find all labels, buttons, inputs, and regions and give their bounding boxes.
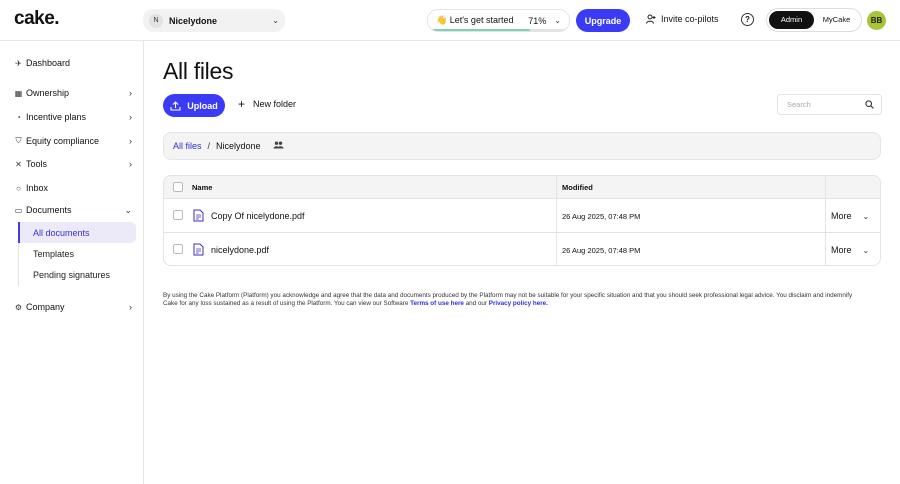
search-icon[interactable]: [865, 100, 874, 109]
invite-label: Invite co-pilots: [661, 14, 719, 24]
table-row[interactable]: nicelydone.pdf 26 Aug 2025, 07:48 PM Mor…: [164, 233, 880, 265]
chevron-down-icon: ⌄: [862, 245, 870, 255]
chevron-down-icon: ⌄: [272, 16, 279, 25]
document-icon: [193, 209, 204, 222]
sidebar-item-ownership[interactable]: ▦ Ownership ›: [14, 85, 132, 101]
plus-icon: +: [238, 97, 246, 111]
sidebar-item-label: Incentive plans: [26, 112, 87, 122]
privacy-policy-link[interactable]: Privacy policy here.: [489, 300, 548, 307]
row-checkbox[interactable]: [173, 210, 183, 220]
clock-icon: ◔: [16, 112, 21, 122]
invite-copilots-button[interactable]: Invite co-pilots: [646, 14, 719, 24]
new-folder-label: New folder: [253, 99, 297, 109]
more-button[interactable]: More ⌄: [831, 211, 869, 221]
sidebar-item-label: Dashboard: [26, 58, 71, 68]
more-label: More: [831, 245, 852, 255]
sidebar-item-documents[interactable]: ▭ Documents ⌄: [14, 202, 132, 218]
sidebar-item-equity-compliance[interactable]: ⛉ Equity compliance ›: [14, 133, 133, 149]
add-user-icon: [646, 14, 656, 24]
active-indicator: [18, 222, 20, 243]
breadcrumb: All files / Nicelydone: [163, 132, 881, 160]
file-name[interactable]: Copy Of nicelydone.pdf: [211, 211, 305, 221]
sidebar: ✈ Dashboard ▦ Ownership › ◔ Incentive pl…: [0, 41, 144, 484]
question-circle-icon[interactable]: ?: [741, 13, 754, 26]
file-modified: 26 Aug 2025, 07:48 PM: [562, 212, 641, 221]
progress-percent: 71%: [528, 15, 547, 26]
sidebar-item-inbox[interactable]: ○ Inbox: [14, 180, 132, 196]
sidebar-item-label: Ownership: [26, 88, 70, 98]
sidebar-item-label: Tools: [26, 159, 48, 169]
company-initial-avatar: N: [149, 13, 163, 28]
search-input[interactable]: [787, 100, 865, 109]
chevron-right-icon: ›: [129, 136, 132, 146]
chat-icon: ○: [16, 183, 21, 193]
sidebar-item-label: Inbox: [26, 183, 49, 193]
upload-label: Upload: [187, 100, 218, 111]
role-mycake-option[interactable]: MyCake: [814, 11, 859, 29]
legal-disclaimer: By using the Cake Platform (Platform) yo…: [163, 292, 863, 308]
more-button[interactable]: More ⌄: [831, 245, 869, 255]
sidebar-subitem-all-documents[interactable]: All documents: [20, 222, 136, 243]
gear-icon: ⚙: [14, 302, 23, 312]
chevron-right-icon: ›: [129, 112, 132, 122]
sidebar-item-company[interactable]: ⚙ Company ›: [14, 299, 132, 315]
new-folder-button[interactable]: + New folder: [238, 97, 297, 111]
upload-icon: [170, 100, 181, 111]
role-admin-option[interactable]: Admin: [769, 11, 814, 29]
row-checkbox[interactable]: [173, 244, 183, 254]
upload-button[interactable]: Upload: [163, 94, 225, 117]
shared-users-icon: [273, 141, 284, 151]
breadcrumb-current: Nicelydone: [216, 141, 261, 151]
search-box[interactable]: [777, 94, 882, 115]
chevron-right-icon: ›: [129, 88, 132, 98]
page-title: All files: [163, 58, 234, 84]
role-toggle[interactable]: Admin MyCake: [766, 8, 862, 32]
sidebar-item-label: Company: [26, 302, 65, 312]
files-table: Name Modified Copy Of nicelydone.pdf 26 …: [163, 175, 881, 266]
sidebar-subitem-templates[interactable]: Templates: [20, 243, 136, 264]
top-bar: cake. N Nicelydone ⌄ 👋 Let's get started…: [0, 0, 900, 41]
rocket-icon: ✈: [15, 58, 22, 68]
chevron-down-icon: ⌄: [124, 204, 132, 215]
more-label: More: [831, 211, 852, 221]
sidebar-item-tools[interactable]: ✕ Tools ›: [14, 156, 132, 172]
sidebar-item-incentive-plans[interactable]: ◔ Incentive plans ›: [14, 109, 132, 125]
header-name[interactable]: Name: [192, 183, 212, 192]
grid-icon: ▦: [14, 88, 23, 98]
chevron-right-icon: ›: [129, 159, 132, 169]
sidebar-item-label: Documents: [26, 205, 72, 215]
cake-logo[interactable]: cake.: [14, 8, 60, 30]
tools-icon: ✕: [15, 159, 22, 169]
chevron-down-icon: ⌄: [862, 211, 870, 221]
document-icon: [193, 243, 204, 256]
shield-icon: ⛉: [15, 136, 22, 145]
company-name: Nicelydone: [169, 15, 218, 26]
breadcrumb-separator: /: [207, 141, 211, 151]
sidebar-item-label: Equity compliance: [26, 136, 100, 146]
file-name[interactable]: nicelydone.pdf: [211, 245, 269, 255]
breadcrumb-root-link[interactable]: All files: [173, 141, 202, 151]
chevron-right-icon: ›: [129, 302, 132, 312]
chevron-down-icon: ⌄: [554, 16, 561, 25]
get-started-label: 👋 Let's get started: [436, 15, 514, 25]
progress-fill: [432, 29, 530, 31]
select-all-checkbox[interactable]: [173, 182, 183, 192]
file-modified: 26 Aug 2025, 07:48 PM: [562, 246, 641, 255]
table-row[interactable]: Copy Of nicelydone.pdf 26 Aug 2025, 07:4…: [164, 199, 880, 233]
disclaimer-and: and our: [465, 300, 488, 307]
user-avatar[interactable]: BB: [867, 11, 886, 30]
get-started-progress[interactable]: 👋 Let's get started 71% ⌄: [427, 9, 570, 32]
sidebar-item-dashboard[interactable]: ✈ Dashboard: [14, 55, 132, 71]
table-header: Name Modified: [164, 176, 880, 199]
terms-of-use-link[interactable]: Terms of use here: [410, 300, 464, 307]
company-switcher[interactable]: N Nicelydone ⌄: [143, 9, 285, 32]
header-modified[interactable]: Modified: [562, 183, 593, 192]
folder-icon: ▭: [14, 205, 23, 215]
upgrade-button[interactable]: Upgrade: [576, 9, 630, 32]
sidebar-subitem-pending-signatures[interactable]: Pending signatures: [20, 264, 136, 285]
